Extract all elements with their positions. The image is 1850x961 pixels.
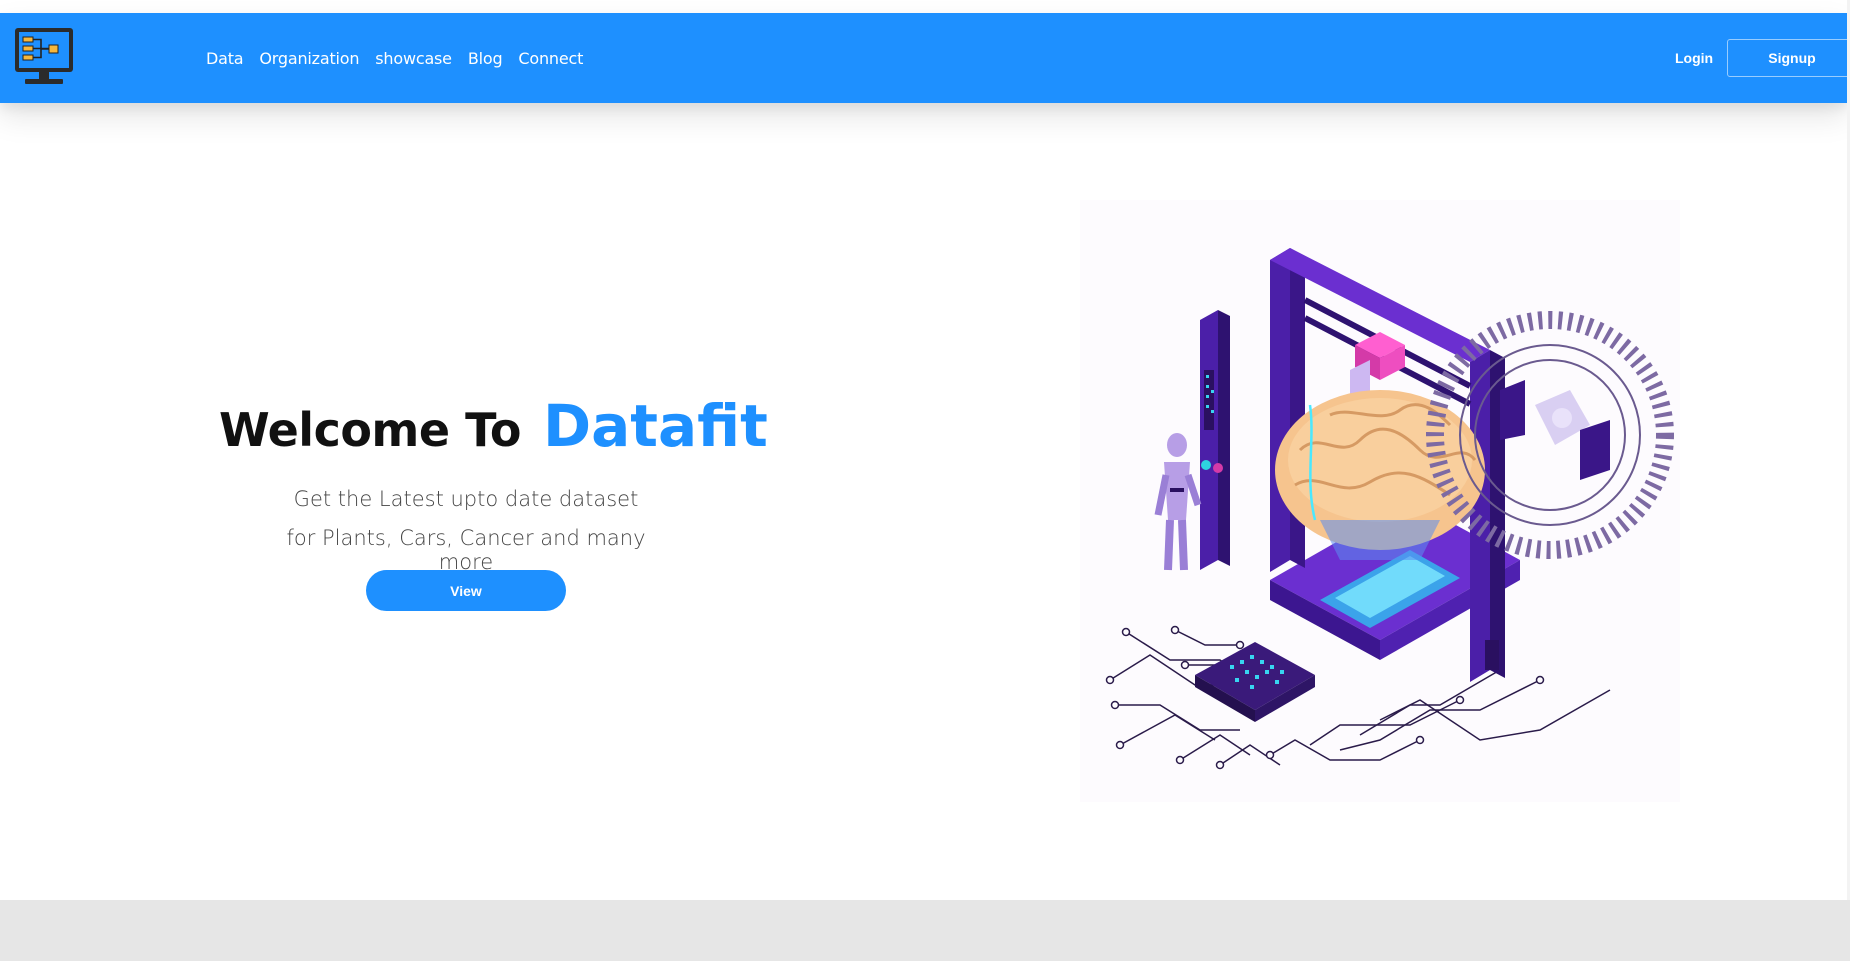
computer-monitor-network-icon[interactable] [13, 26, 75, 88]
hero-illustration [1080, 200, 1680, 802]
control-tower [1200, 310, 1230, 570]
hero-subtitle-line1: Get the Latest upto date dataset [293, 487, 639, 511]
nav-link-organization[interactable]: Organization [259, 49, 359, 68]
hero-subtitle-line2: for Plants, Cars, Cancer and many more [286, 526, 646, 574]
welcome-text: Welcome To [219, 403, 521, 457]
nav-link-data[interactable]: Data [206, 49, 244, 68]
navbar: Data Organization showcase Blog Connect … [0, 13, 1850, 103]
page: Data Organization showcase Blog Connect … [0, 0, 1850, 961]
nav-links: Data Organization showcase Blog Connect [206, 13, 599, 103]
hero-title: Welcome To Datafit [219, 392, 768, 460]
signup-button[interactable]: Signup [1727, 39, 1850, 77]
nav-link-blog[interactable]: Blog [468, 49, 503, 68]
nav-link-connect[interactable]: Connect [518, 49, 583, 68]
footer-band [0, 900, 1850, 961]
login-link[interactable]: Login [1675, 13, 1713, 103]
view-button[interactable]: View [366, 570, 566, 611]
nav-link-showcase[interactable]: showcase [375, 49, 452, 68]
brand-name: Datafit [542, 392, 768, 460]
